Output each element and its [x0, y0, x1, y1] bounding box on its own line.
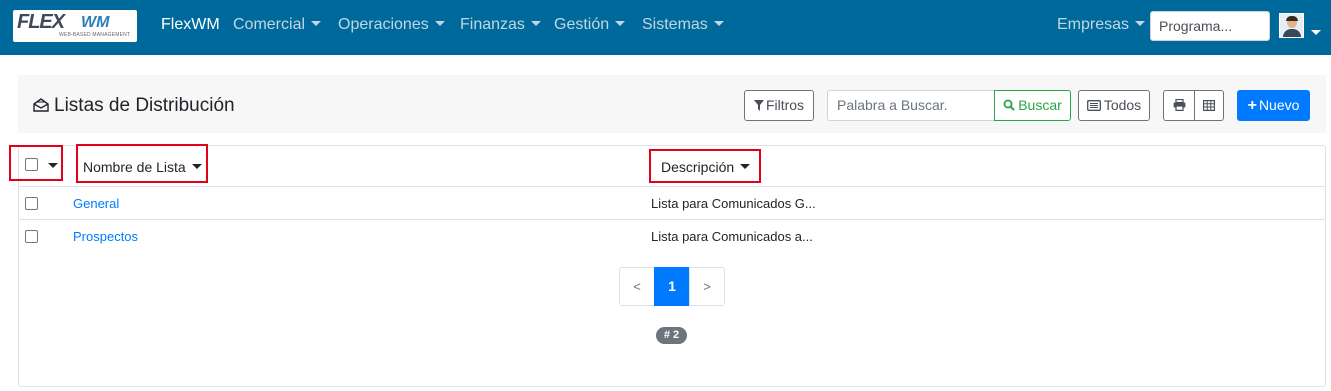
filter-icon	[753, 100, 764, 111]
list-description: Lista para Comunicados G...	[651, 196, 816, 211]
nav-menu-finanzas[interactable]: Finanzas	[460, 16, 541, 34]
record-count-badge: # 2	[656, 327, 687, 344]
chevron-down-icon	[434, 21, 445, 26]
nav-brand-flexwm[interactable]: FlexWM	[161, 16, 220, 34]
table-row: General Lista para Comunicados G...	[19, 187, 1325, 220]
plus-icon: +	[1247, 97, 1257, 114]
new-button-label: Nuevo	[1258, 97, 1300, 113]
highlight-box-select	[9, 145, 63, 181]
flexwm-logo[interactable]: FLEX WM WEB-BASED MANAGEMENT	[13, 10, 137, 42]
table-view-button[interactable]	[1194, 90, 1224, 121]
row-checkbox[interactable]	[25, 230, 38, 243]
nav-menu-comercial[interactable]: Comercial	[233, 16, 322, 34]
envelope-open-icon	[33, 98, 49, 112]
chevron-down-icon	[615, 21, 626, 26]
show-all-button-label: Todos	[1103, 97, 1142, 113]
search-icon	[1003, 99, 1015, 111]
filters-button[interactable]: Filtros	[744, 90, 814, 121]
row-checkbox[interactable]	[25, 197, 38, 210]
program-search-input[interactable]: Programa...	[1150, 11, 1270, 41]
logo-tagline: WEB-BASED MANAGEMENT	[59, 32, 131, 38]
chevron-down-icon	[713, 21, 724, 26]
show-all-button[interactable]: Todos	[1078, 90, 1150, 121]
list-icon	[1086, 100, 1101, 111]
pagination-next[interactable]: >	[689, 267, 725, 306]
chevron-down-icon	[311, 21, 322, 26]
highlight-box-name-column	[76, 144, 208, 183]
nav-menu-operaciones[interactable]: Operaciones	[338, 16, 445, 34]
nav-menu-label: Finanzas	[460, 16, 525, 33]
chevron-down-icon	[1135, 21, 1146, 26]
pagination-page-1[interactable]: 1	[654, 267, 690, 306]
search-button-label: Buscar	[1018, 97, 1062, 113]
nav-menu-empresas[interactable]: Empresas	[1057, 16, 1146, 34]
user-avatar[interactable]	[1279, 13, 1304, 38]
nav-menu-label: Empresas	[1057, 16, 1130, 33]
chevron-down-icon	[1311, 30, 1321, 35]
avatar-body	[1283, 29, 1301, 37]
keyword-search-input[interactable]: Palabra a Buscar.	[827, 90, 995, 121]
chevron-down-icon	[530, 21, 541, 26]
print-icon	[1173, 98, 1185, 112]
logo-secondary-text: WM	[81, 14, 110, 31]
nav-menu-label: Sistemas	[642, 16, 708, 33]
list-name-link[interactable]: General	[73, 196, 119, 211]
filters-button-label: Filtros	[765, 97, 805, 113]
highlight-box-description-column	[649, 149, 761, 183]
user-menu-caret[interactable]	[1311, 22, 1321, 40]
avatar-hair	[1286, 16, 1298, 21]
top-navbar: FLEX WM WEB-BASED MANAGEMENT FlexWM Come…	[0, 0, 1331, 55]
search-button[interactable]: Buscar	[994, 90, 1071, 121]
nav-menu-label: Operaciones	[338, 16, 429, 33]
page-title: Listas de Distribución	[32, 95, 235, 117]
page-title-text: Listas de Distribución	[54, 95, 235, 116]
pagination-prev[interactable]: <	[619, 267, 655, 306]
list-name-link[interactable]: Prospectos	[73, 229, 138, 244]
nav-menu-sistemas[interactable]: Sistemas	[642, 16, 724, 34]
nav-menu-label: Comercial	[233, 16, 306, 33]
table-icon	[1203, 100, 1216, 112]
print-button[interactable]	[1163, 90, 1195, 121]
new-button[interactable]: + Nuevo	[1237, 90, 1310, 121]
table-row: Prospectos Lista para Comunicados a...	[19, 220, 1325, 253]
nav-menu-label: Gestión	[554, 16, 610, 33]
nav-menu-gestion[interactable]: Gestión	[554, 16, 626, 34]
list-description: Lista para Comunicados a...	[651, 229, 813, 244]
logo-main-text: FLEX	[17, 11, 65, 33]
